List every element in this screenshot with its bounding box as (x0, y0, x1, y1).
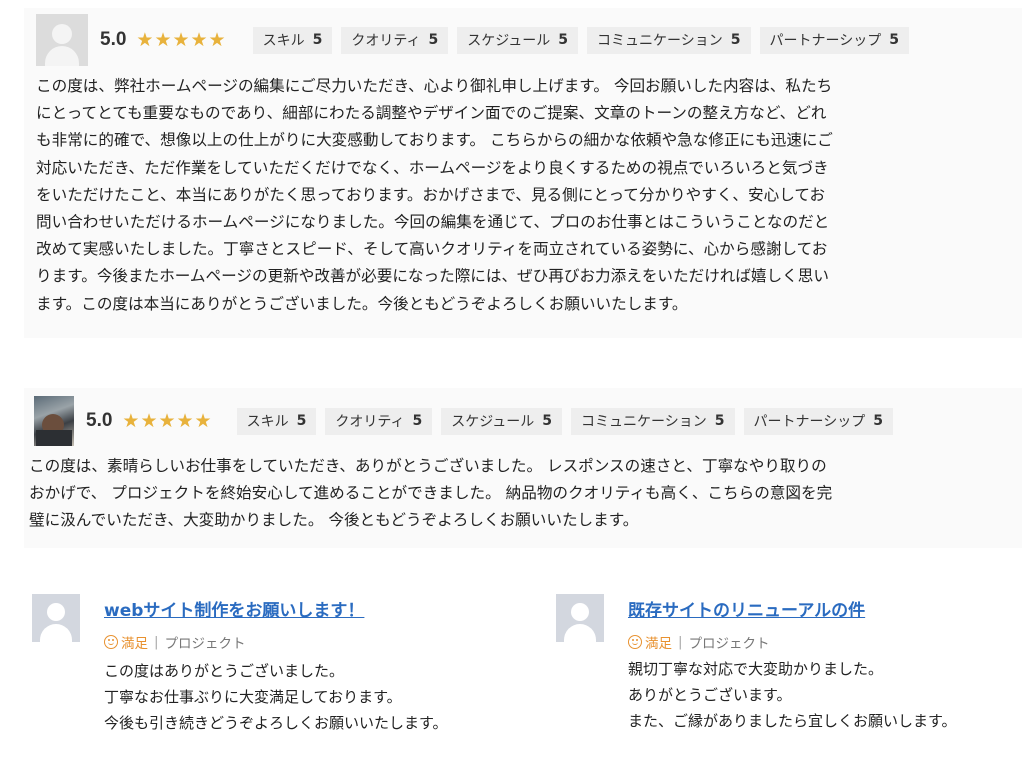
tag-schedule: スケジュール 5 (457, 26, 579, 54)
star-rating-icon: ★★★★★ (136, 28, 227, 51)
tag-score: 5 (412, 413, 423, 429)
tag-score: 5 (730, 32, 741, 48)
review-item: 5.0 ★★★★★ スキル 5 クオリティ 5 スケジュール 5 コミュニケーション 5… (24, 8, 1022, 338)
project-review-card: webサイト制作をお願いします！ 満足 | プロジェクト この度はありがとうござ… (24, 588, 524, 743)
tag-score: 5 (312, 32, 323, 48)
review-header: 5.0 ★★★★★ スキル 5 クオリティ 5 スケジュール 5 コミュニケーション 5… (34, 396, 902, 446)
card-meta: 満足 | プロジェクト (628, 632, 770, 652)
tag-label: スキル (262, 33, 305, 49)
tag-label: パートナーシップ (753, 414, 866, 430)
tag-score: 5 (889, 32, 900, 48)
review-header: 5.0 ★★★★★ スキル 5 クオリティ 5 スケジュール 5 コミュニケーション 5… (36, 14, 918, 66)
tag-communication: コミュニケーション 5 (571, 407, 735, 435)
comment-line: 今後も引き続きどうぞよろしくお願いいたします。 (104, 714, 448, 732)
card-comment: この度はありがとうございました。 丁寧なお仕事ぶりに大変満足しております。 今後… (104, 658, 448, 736)
tag-quality: クオリティ 5 (325, 407, 433, 435)
project-title-link[interactable]: 既存サイトのリニューアルの件 (628, 596, 865, 621)
tag-score: 5 (428, 32, 439, 48)
meta-divider: | (154, 634, 159, 650)
comment-line: 親切丁寧な対応で大変助かりました。 (628, 660, 884, 678)
card-comment: 親切丁寧な対応で大変助かりました。 ありがとうございます。 また、ご縁がありまし… (628, 656, 957, 734)
tag-label: スキル (246, 414, 289, 430)
tag-label: スケジュール (451, 414, 535, 430)
overall-score: 5.0 (86, 410, 113, 431)
user-avatar-icon[interactable] (36, 14, 88, 66)
card-meta: 満足 | プロジェクト (104, 632, 246, 652)
comment-line: この度はありがとうございました。 (104, 662, 345, 680)
tag-schedule: スケジュール 5 (441, 407, 563, 435)
meta-divider: | (678, 634, 683, 650)
comment-line: また、ご縁がありましたら宜しくお願いします。 (628, 712, 957, 730)
comment-line: ありがとうございます。 (628, 686, 792, 704)
score-tags: スキル 5 クオリティ 5 スケジュール 5 コミュニケーション 5 パートナーシップ 5 (236, 407, 902, 435)
project-title-link[interactable]: webサイト制作をお願いします！ (104, 596, 364, 621)
user-photo-avatar[interactable] (34, 396, 74, 446)
tag-quality: クオリティ 5 (341, 26, 449, 54)
tag-communication: コミュニケーション 5 (587, 26, 751, 54)
star-rating-icon: ★★★★★ (122, 409, 213, 432)
tag-skill: スキル 5 (236, 407, 317, 435)
category-label: プロジェクト (688, 636, 770, 652)
smile-icon (104, 635, 118, 649)
satisfaction-label: 満足 (645, 636, 672, 652)
category-label: プロジェクト (164, 636, 246, 652)
tag-skill: スキル 5 (252, 26, 333, 54)
project-review-card: 既存サイトのリニューアルの件 満足 | プロジェクト 親切丁寧な対応で大変助かり… (548, 588, 1018, 743)
review-body-text: この度は、弊社ホームページの編集にご尽力いただき、心より御礼申し上げます。 今回… (36, 77, 833, 313)
tag-label: クオリティ (335, 414, 405, 430)
user-avatar-icon[interactable] (556, 594, 604, 642)
tag-score: 5 (714, 413, 725, 429)
user-avatar-icon[interactable] (32, 594, 80, 642)
score-tags: スキル 5 クオリティ 5 スケジュール 5 コミュニケーション 5 パートナーシップ 5 (252, 26, 918, 54)
comment-line: 丁寧なお仕事ぶりに大変満足しております。 (104, 688, 402, 706)
tag-score: 5 (873, 413, 884, 429)
review-item: 5.0 ★★★★★ スキル 5 クオリティ 5 スケジュール 5 コミュニケーション 5… (24, 388, 1022, 548)
tag-label: クオリティ (351, 33, 421, 49)
tag-score: 5 (558, 32, 569, 48)
tag-label: パートナーシップ (769, 33, 882, 49)
tag-label: コミュニケーション (581, 414, 707, 430)
tag-score: 5 (296, 413, 307, 429)
satisfaction-label: 満足 (121, 636, 148, 652)
tag-label: スケジュール (467, 33, 551, 49)
smile-icon (628, 635, 642, 649)
tag-score: 5 (542, 413, 553, 429)
review-body-text: この度は、素晴らしいお仕事をしていただき、ありがとうございました。 レスポンスの… (29, 457, 833, 530)
tag-partnership: パートナーシップ 5 (743, 407, 894, 435)
tag-label: コミュニケーション (597, 33, 723, 49)
overall-score: 5.0 (100, 29, 127, 50)
tag-partnership: パートナーシップ 5 (759, 26, 910, 54)
